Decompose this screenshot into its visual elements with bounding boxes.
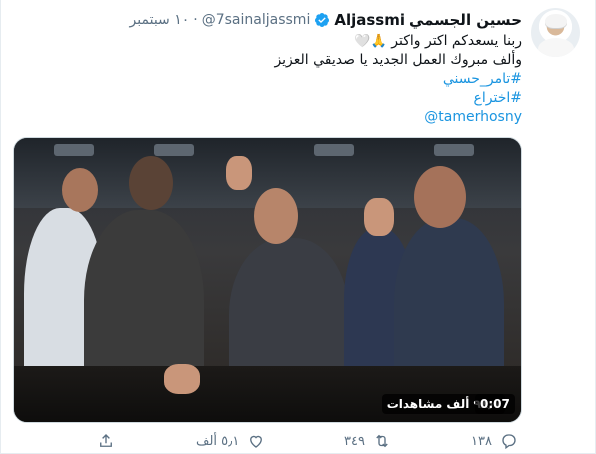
tweet-line-2: وألف مبروك العمل الجديد يا صديقي العزيز — [274, 52, 522, 68]
retweet-count: ٣٤٩ — [344, 433, 365, 449]
tweet-header: حسين الجسمي Aljassmi @7sainaljassmi · ١٠… — [130, 10, 522, 30]
author-handle[interactable]: @7sainaljassmi — [202, 12, 311, 28]
like-count: ٥٫١ ألف — [196, 433, 240, 449]
tweet-date[interactable]: ١٠ سبتمبر — [130, 12, 190, 28]
author-display-name[interactable]: Aljassmi — [334, 11, 405, 29]
hashtag-link[interactable]: #اختراع — [62, 89, 522, 108]
tweet-line-1-text: ربنا يسعدكم اكتر واكتر — [391, 33, 522, 49]
avatar[interactable] — [531, 8, 580, 57]
pray-heart-emoji: 🙏🤍 — [354, 34, 387, 49]
tweet-card[interactable]: حسين الجسمي Aljassmi @7sainaljassmi · ١٠… — [0, 0, 596, 454]
share-icon — [100, 434, 112, 447]
reply-count: ١٣٨ — [471, 433, 492, 449]
tweet-line-1: ربنا يسعدكم اكتر واكتر 🙏🤍 — [62, 32, 522, 51]
like-button[interactable]: ٥٫١ ألف — [196, 430, 265, 452]
video-duration-badge: 0:07 — [475, 394, 515, 414]
reply-button[interactable]: ١٣٨ — [471, 430, 518, 452]
tweet-actions: ١٣٨ ٣٤٩ ٥٫١ ألف — [1, 430, 596, 452]
author-name[interactable]: حسين الجسمي — [409, 11, 522, 29]
verified-badge-icon — [314, 12, 330, 28]
reply-icon — [502, 434, 516, 450]
retweet-button[interactable]: ٣٤٩ — [344, 430, 391, 452]
heart-icon — [250, 435, 263, 448]
retweet-icon — [376, 434, 388, 448]
tweet-text: ربنا يسعدكم اكتر واكتر 🙏🤍 وألف مبروك الع… — [62, 32, 522, 127]
separator-dot: · — [193, 12, 198, 28]
share-button[interactable] — [97, 430, 115, 452]
video-player[interactable] — [13, 137, 522, 423]
hashtag-link[interactable]: #تامر_حسني — [62, 70, 522, 89]
mention-link[interactable]: @tamerhosny — [424, 108, 522, 127]
